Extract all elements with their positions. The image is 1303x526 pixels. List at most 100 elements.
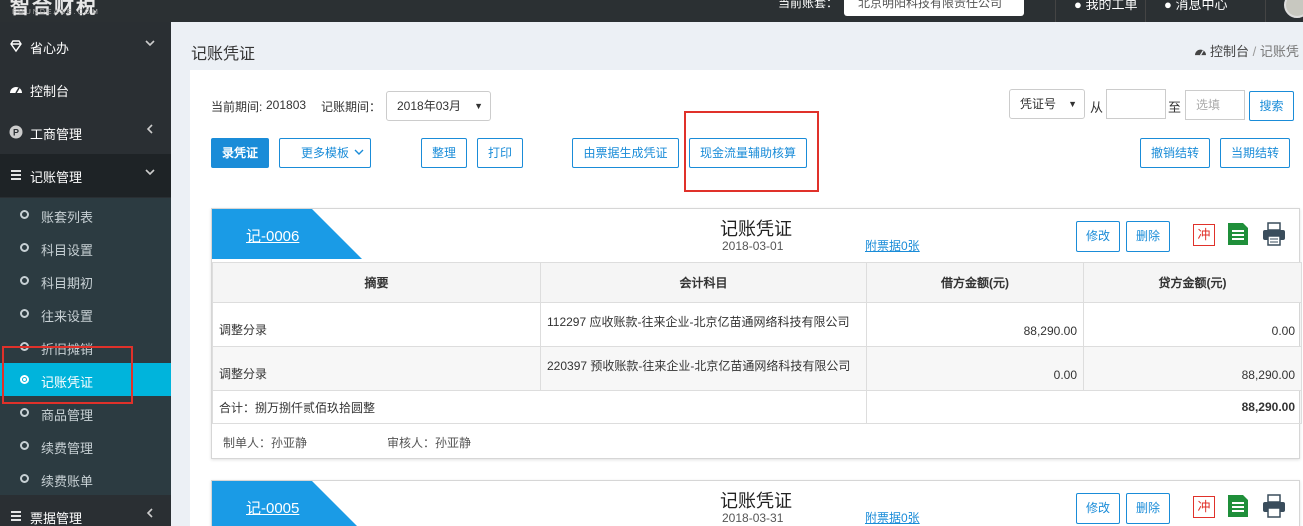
account-cell: 112297 应收账款-往来企业-北京亿苗通网络科技有限公司 — [540, 302, 867, 347]
sidebar-item-label: 控制台 — [30, 84, 70, 99]
sidebar-item-shengxinban[interactable]: 省心办 — [0, 25, 171, 68]
logo[interactable]: 智合财税 FOUNDEASE.COM — [0, 0, 171, 22]
spreadsheet-icon[interactable] — [1227, 222, 1249, 249]
chevron-down-icon — [354, 139, 364, 167]
printer-icon[interactable] — [1262, 222, 1286, 249]
avatar[interactable] — [1284, 0, 1303, 18]
voucher-number-link[interactable]: 记-0006 — [246, 225, 299, 246]
sidebar-item-label: 记账管理 — [30, 170, 83, 185]
voucher-card: 记-0005 记账凭证 2018-03-31 附票据0张 修改 删除 冲 — [211, 480, 1300, 526]
sidebar-subitem-renewal-bill[interactable]: 续费账单 — [0, 462, 171, 495]
search-button[interactable]: 搜索 — [1249, 91, 1294, 121]
sidebar-subitem-label: 往来设置 — [41, 309, 94, 324]
edit-button[interactable]: 修改 — [1076, 221, 1120, 252]
carry-forward-button[interactable]: 当期结转 — [1220, 138, 1290, 168]
attachment-link[interactable]: 附票据0张 — [865, 237, 920, 254]
current-period-label: 当前期间: — [211, 100, 263, 114]
page-title: 记账凭证 — [191, 46, 256, 63]
messages-link[interactable]: ● 消息中心 — [1164, 0, 1227, 13]
top-divider — [1145, 0, 1146, 22]
account-text: 220397 预收账款-往来企业-北京亿苗通网络科技有限公司 — [547, 359, 851, 373]
chevron-left-icon — [145, 508, 155, 521]
p-circle-icon: P — [9, 125, 23, 139]
from-label: 从 — [1090, 100, 1104, 115]
top-divider — [1265, 0, 1266, 22]
voucher-title: 记账凭证 — [720, 491, 792, 511]
current-period-value: 201803 — [266, 98, 307, 112]
sidebar-subitem-ledger-list[interactable]: 账套列表 — [0, 198, 171, 231]
reverse-button[interactable]: 冲 — [1193, 224, 1215, 246]
credit-cell: 88,290.00 — [1083, 346, 1302, 391]
breadcrumb-current: 记账凭 — [1259, 44, 1299, 59]
credit-cell: 0.00 — [1083, 302, 1302, 347]
edit-button[interactable]: 修改 — [1076, 493, 1120, 524]
logo-subtext: FOUNDEASE.COM — [12, 9, 100, 16]
sidebar-subitem-renewal[interactable]: 续费管理 — [0, 429, 171, 462]
spreadsheet-icon[interactable] — [1227, 494, 1249, 521]
period-select-value: 2018年03月 — [397, 99, 462, 113]
column-header: 贷方金额(元) — [1083, 262, 1302, 303]
sidebar-subitem-opening-balance[interactable]: 科目期初 — [0, 264, 171, 297]
chevron-left-icon — [145, 124, 155, 137]
my-tickets-link[interactable]: ● 我的工单 — [1074, 0, 1137, 13]
voucher-number-link[interactable]: 记-0005 — [246, 497, 299, 518]
voucher-number-tag: 记-0005 — [212, 481, 362, 526]
print-button[interactable]: 打印 — [477, 138, 523, 168]
table-row[interactable]: 调整分录 220397 预收账款-往来企业-北京亿苗通网络科技有限公司 0.00… — [212, 346, 1302, 391]
sidebar-item-bookkeeping[interactable]: 记账管理 — [0, 154, 171, 197]
company-select[interactable]: 北京明阳科技有限责任公司 — [844, 0, 1024, 16]
chevron-down-icon — [145, 167, 155, 180]
breadcrumb-dashboard[interactable]: 控制台 — [1210, 44, 1249, 59]
menu-icon — [9, 168, 23, 182]
circle-icon — [20, 474, 29, 483]
account-text: 112297 应收账款-往来企业-北京亿苗通网络科技有限公司 — [547, 315, 850, 329]
sidebar-item-receipts[interactable]: 票据管理 — [0, 495, 171, 526]
circle-icon — [20, 441, 29, 450]
breadcrumb-separator: / — [1252, 44, 1257, 59]
debit-cell: 88,290.00 — [866, 302, 1084, 347]
sidebar-subitem-contacts-settings[interactable]: 往来设置 — [0, 297, 171, 330]
ticket-icon: ● — [1074, 0, 1086, 12]
more-templates-label: 更多模板 — [301, 146, 350, 160]
sidebar-item-business[interactable]: P 工商管理 — [0, 111, 171, 154]
period-select[interactable]: 2018年03月 ▼ — [386, 91, 491, 121]
bell-icon: ● — [1164, 0, 1176, 12]
sidebar-item-dashboard[interactable]: 控制台 — [0, 68, 171, 111]
period-label: 记账期间： — [321, 100, 382, 114]
table-header-row: 摘要 会计科目 借方金额(元) 贷方金额(元) — [212, 262, 1302, 303]
chevron-down-icon — [145, 38, 155, 51]
voucher-header: 记-0005 记账凭证 2018-03-31 附票据0张 修改 删除 冲 — [212, 481, 1299, 526]
diamond-icon — [9, 39, 23, 53]
caret-down-icon: ▼ — [1068, 99, 1077, 109]
undo-carry-forward-button[interactable]: 撤销结转 — [1140, 138, 1210, 168]
voucher-table: 摘要 会计科目 借方金额(元) 贷方金额(元) 调整分录 112297 应收账款… — [212, 262, 1302, 424]
sidebar-subitem-account-settings[interactable]: 科目设置 — [0, 231, 171, 264]
sidebar-subitem-label: 续费账单 — [41, 474, 94, 489]
sidebar: 省心办 控制台 P 工商管理 记账管理 账套列表 科目设置 科目期初 往来设置 … — [0, 22, 171, 526]
voucher-footer: 制单人：孙亚静 审核人：孙亚静 — [212, 423, 1301, 459]
voucher-header: 记-0006 记账凭证 2018-03-01 附票据0张 修改 删除 冲 — [212, 209, 1299, 262]
voucher-date: 2018-03-01 — [722, 239, 784, 253]
generate-from-receipts-button[interactable]: 由票据生成凭证 — [572, 138, 679, 168]
reverse-button[interactable]: 冲 — [1193, 496, 1215, 518]
voucher-number-tag: 记-0006 — [212, 209, 362, 259]
tidy-button[interactable]: 整理 — [421, 138, 467, 168]
table-row[interactable]: 调整分录 112297 应收账款-往来企业-北京亿苗通网络科技有限公司 88,2… — [212, 302, 1302, 347]
sidebar-subitem-label: 商品管理 — [41, 408, 94, 423]
total-row: 合计：捌万捌仟贰佰玖拾圆整 88,290.00 — [212, 390, 1302, 424]
total-amount: 88,290.00 — [866, 390, 1302, 424]
voucher-filter-select[interactable]: 凭证号 ▼ — [1009, 89, 1085, 119]
delete-button[interactable]: 删除 — [1126, 493, 1170, 524]
record-voucher-button[interactable]: 录凭证 — [211, 138, 269, 168]
messages-label: 消息中心 — [1175, 0, 1228, 12]
svg-text:P: P — [13, 128, 19, 138]
top-divider — [1055, 0, 1056, 22]
more-templates-button[interactable]: 更多模板 — [279, 138, 371, 168]
summary-cell: 调整分录 — [212, 302, 541, 347]
voucher-from-input[interactable] — [1106, 89, 1166, 119]
delete-button[interactable]: 删除 — [1126, 221, 1170, 252]
attachment-link[interactable]: 附票据0张 — [865, 509, 920, 526]
printer-icon[interactable] — [1262, 494, 1286, 521]
voucher-to-input[interactable]: 选填 — [1185, 90, 1245, 120]
total-label: 合计：捌万捌仟贰佰玖拾圆整 — [212, 390, 867, 424]
